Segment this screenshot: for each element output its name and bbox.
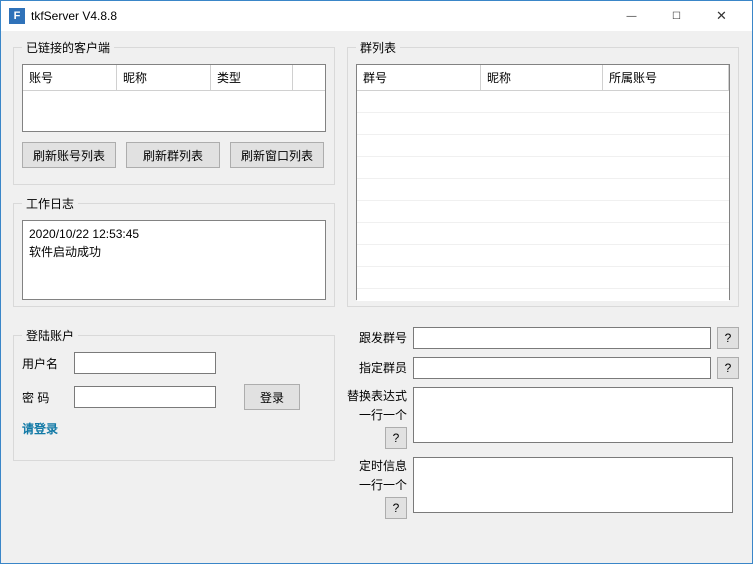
maximize-button[interactable]: ☐: [654, 1, 699, 31]
client-area: 已链接的客户端 账号 昵称 类型 刷新账号列表 刷新群列表 刷新窗口列表 工作日…: [1, 31, 752, 563]
refresh-groups-button[interactable]: 刷新群列表: [126, 142, 220, 168]
follow-group-label: 跟发群号: [347, 327, 407, 347]
password-row: 密 码 登录: [22, 384, 326, 410]
work-log-textarea[interactable]: 2020/10/22 12:53:45 软件启动成功: [22, 220, 326, 300]
replace-expr-label-col: 替换表达式 一行一个 ?: [347, 387, 407, 449]
clients-table[interactable]: 账号 昵称 类型: [22, 64, 326, 132]
login-group: 登陆账户 用户名 密 码 登录 请登录: [13, 327, 335, 461]
titlebar: F tkfServer V4.8.8 — ☐ ✕: [1, 1, 752, 31]
timed-info-sub: 一行一个: [359, 476, 407, 493]
group-list-legend: 群列表: [356, 39, 400, 56]
col-account[interactable]: 账号: [23, 65, 117, 91]
login-button[interactable]: 登录: [244, 384, 300, 410]
clients-table-header: 账号 昵称 类型: [23, 65, 325, 91]
timed-info-textarea[interactable]: [413, 457, 733, 513]
groups-table-header: 群号 昵称 所属账号: [357, 65, 729, 91]
refresh-accounts-button[interactable]: 刷新账号列表: [22, 142, 116, 168]
replace-expr-label: 替换表达式: [347, 387, 407, 404]
timed-info-help-button[interactable]: ?: [385, 497, 407, 519]
assign-member-row: 指定群员 ?: [347, 357, 739, 379]
follow-group-row: 跟发群号 ?: [347, 327, 739, 349]
password-input[interactable]: [74, 386, 216, 408]
login-legend: 登陆账户: [22, 327, 78, 344]
col-type[interactable]: 类型: [211, 65, 293, 91]
assign-member-help-button[interactable]: ?: [717, 357, 739, 379]
col-owner-account[interactable]: 所属账号: [603, 65, 729, 91]
timed-info-label: 定时信息: [359, 457, 407, 474]
username-label: 用户名: [22, 355, 74, 372]
app-window: F tkfServer V4.8.8 — ☐ ✕ 已链接的客户端 账号 昵称 类…: [0, 0, 753, 564]
follow-group-help-button[interactable]: ?: [717, 327, 739, 349]
follow-group-input[interactable]: [413, 327, 711, 349]
work-log-group: 工作日志 2020/10/22 12:53:45 软件启动成功: [13, 195, 335, 307]
connected-clients-legend: 已链接的客户端: [22, 39, 114, 56]
clients-table-body[interactable]: [23, 91, 325, 131]
timed-info-label-col: 定时信息 一行一个 ?: [347, 457, 407, 519]
username-row: 用户名: [22, 352, 326, 374]
connected-clients-group: 已链接的客户端 账号 昵称 类型 刷新账号列表 刷新群列表 刷新窗口列表: [13, 39, 335, 185]
replace-expr-help-button[interactable]: ?: [385, 427, 407, 449]
col-nickname[interactable]: 昵称: [117, 65, 211, 91]
group-list-group: 群列表 群号 昵称 所属账号: [347, 39, 739, 307]
col-spacer: [293, 65, 325, 91]
window-controls: — ☐ ✕: [609, 1, 744, 31]
assign-member-input[interactable]: [413, 357, 711, 379]
close-button[interactable]: ✕: [699, 1, 744, 31]
login-status: 请登录: [22, 420, 326, 437]
col-group-id[interactable]: 群号: [357, 65, 481, 91]
refresh-windows-button[interactable]: 刷新窗口列表: [230, 142, 324, 168]
col-group-nick[interactable]: 昵称: [481, 65, 603, 91]
minimize-button[interactable]: —: [609, 1, 654, 31]
replace-expr-textarea[interactable]: [413, 387, 733, 443]
assign-member-label: 指定群员: [347, 357, 407, 377]
work-log-legend: 工作日志: [22, 195, 78, 212]
groups-table[interactable]: 群号 昵称 所属账号: [356, 64, 730, 300]
replace-expr-row: 替换表达式 一行一个 ?: [347, 387, 739, 449]
clients-button-row: 刷新账号列表 刷新群列表 刷新窗口列表: [22, 142, 326, 168]
groups-table-body[interactable]: [357, 91, 729, 301]
username-input[interactable]: [74, 352, 216, 374]
timed-info-row: 定时信息 一行一个 ?: [347, 457, 739, 519]
password-label: 密 码: [22, 389, 74, 406]
app-icon: F: [9, 8, 25, 24]
settings-form: 跟发群号 ? 指定群员 ? 替换表达式 一行一个 ? 定时信息: [347, 327, 739, 527]
window-title: tkfServer V4.8.8: [31, 9, 609, 23]
replace-expr-sub: 一行一个: [359, 406, 407, 423]
